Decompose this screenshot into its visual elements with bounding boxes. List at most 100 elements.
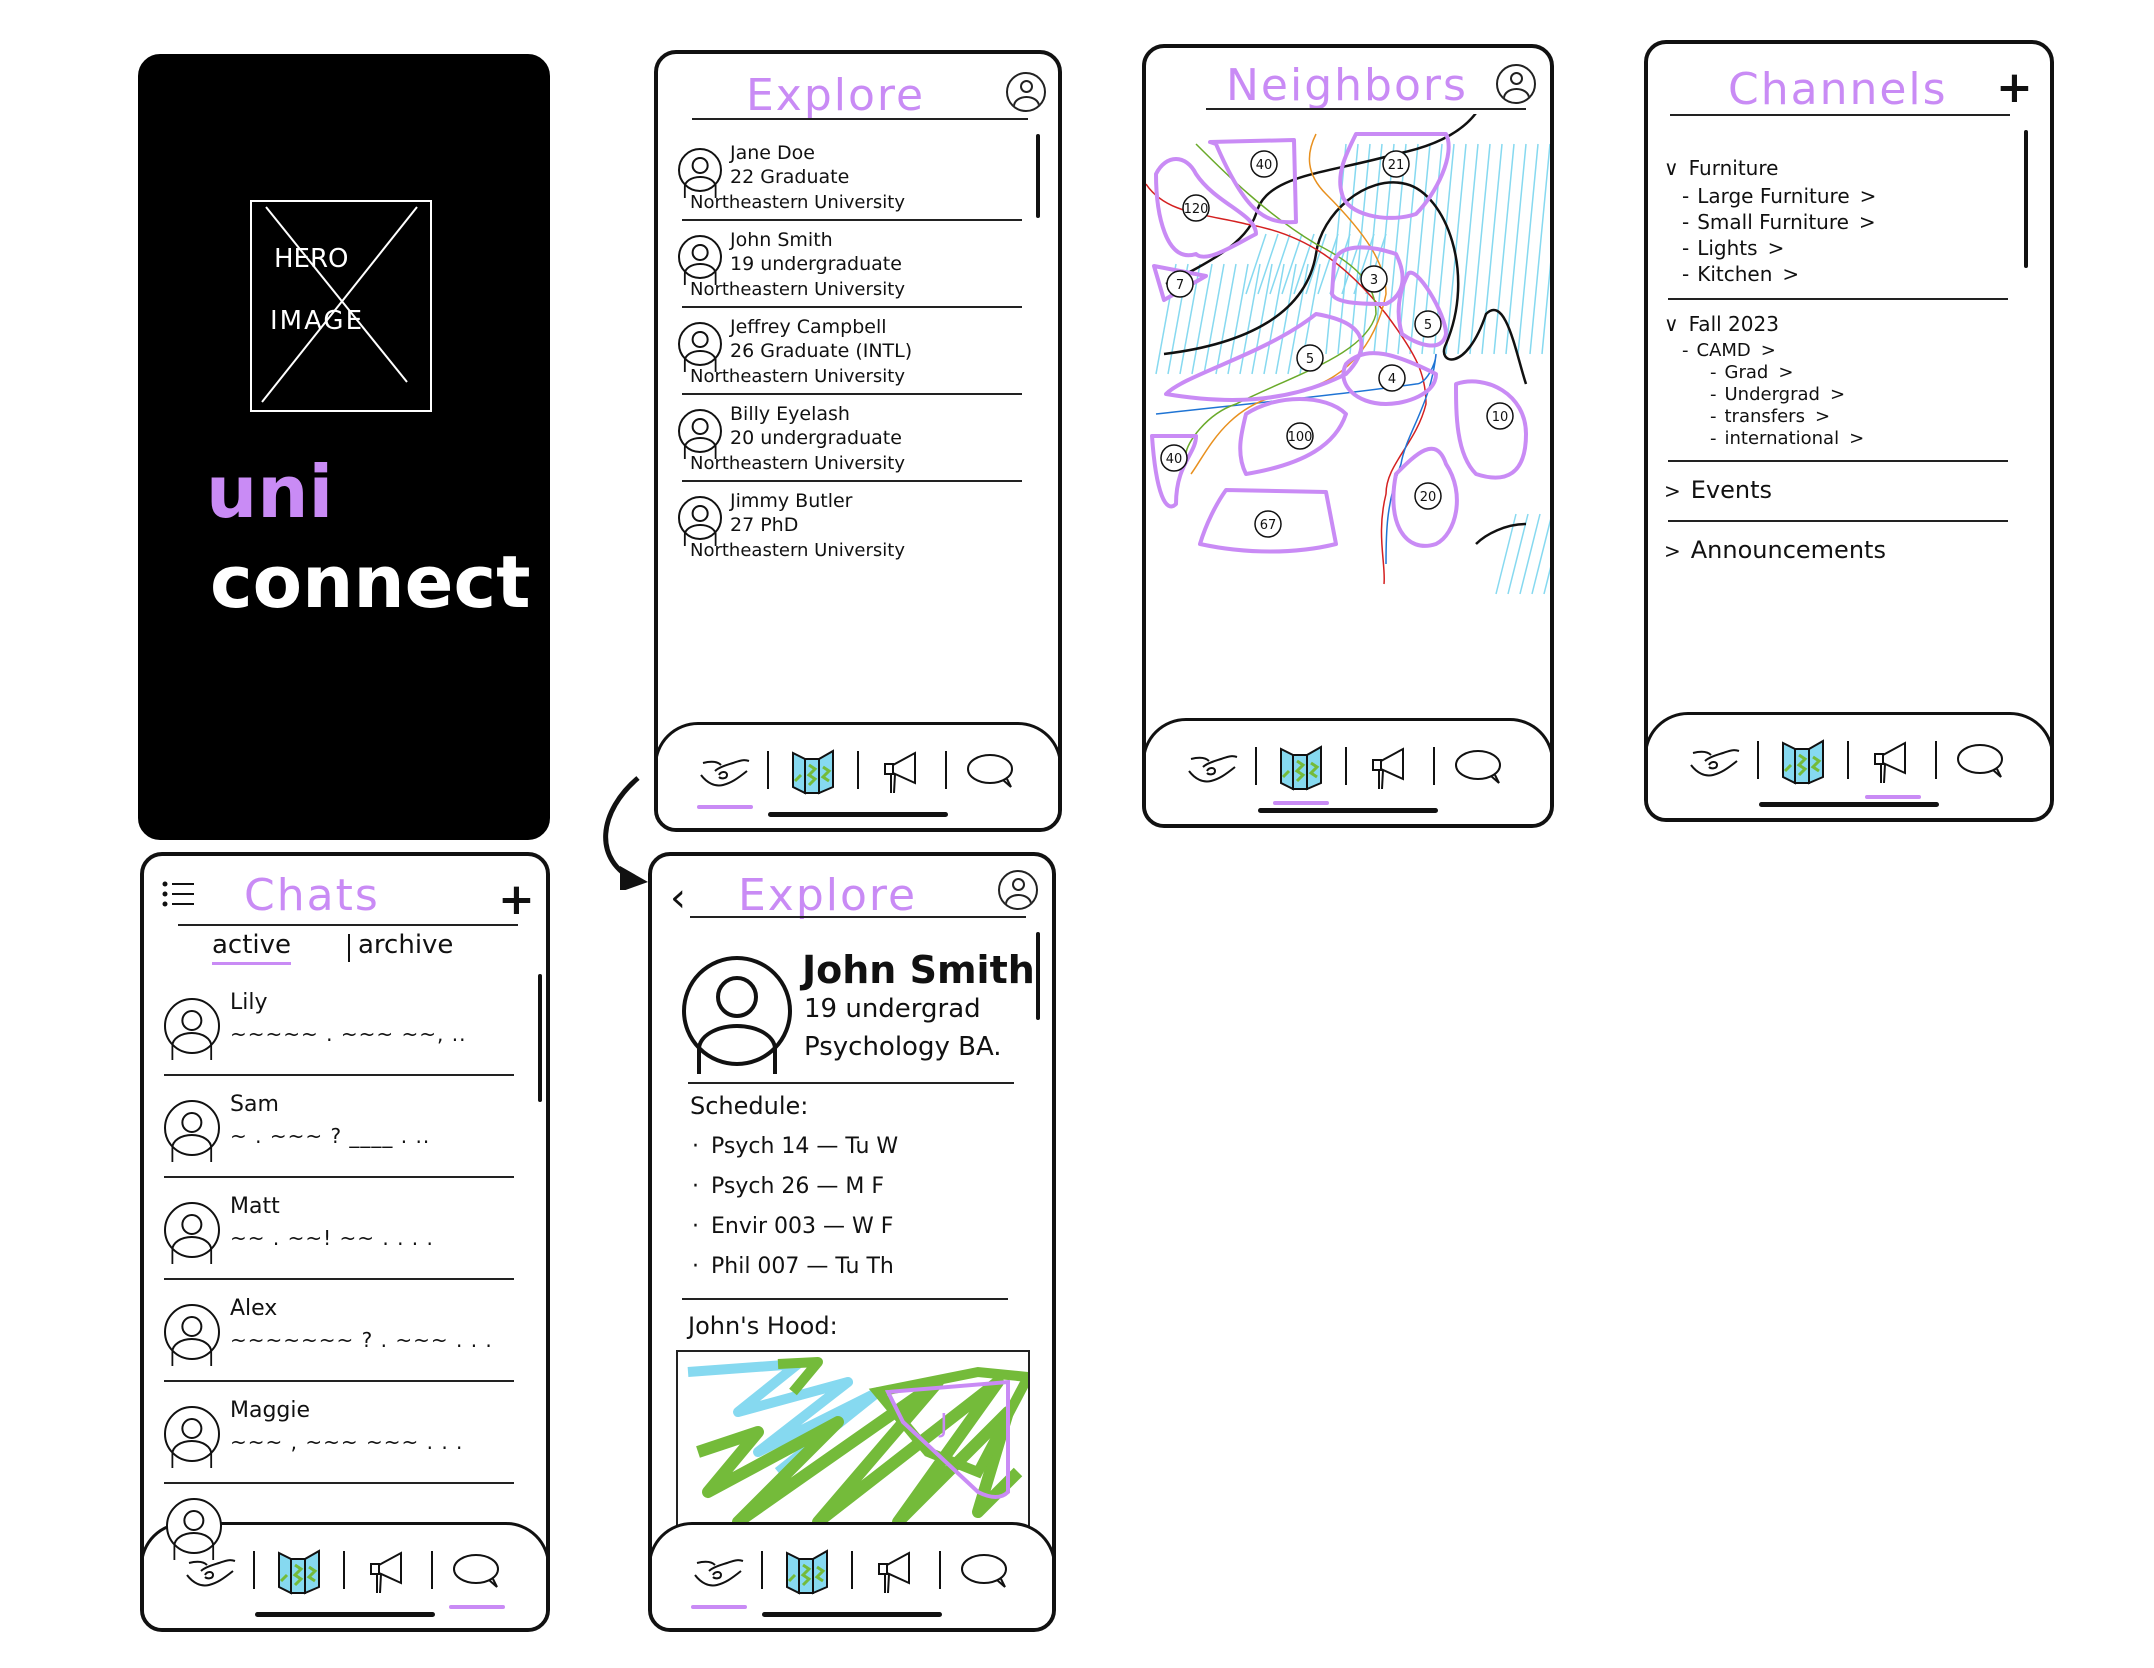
nav-neighbors-button[interactable]	[271, 1549, 327, 1595]
nav-explore-button[interactable]	[1185, 745, 1241, 791]
header-divider	[690, 916, 1026, 918]
profile-icon[interactable]	[1496, 64, 1536, 104]
handshake-icon	[1185, 755, 1241, 795]
chat-thread[interactable]: Alex ~~~~~~~ ? . ~~~ . . .	[160, 1284, 530, 1382]
channel-group[interactable]: ∨ Fall 2023	[1664, 312, 1779, 336]
nav-explore-button[interactable]	[691, 1549, 747, 1595]
scrollbar[interactable]	[1036, 134, 1040, 218]
menu-icon[interactable]	[162, 880, 196, 910]
channel-item[interactable]: - international >	[1710, 428, 1864, 449]
nav-channels-button[interactable]	[361, 1549, 417, 1595]
schedule-text: Psych 14 — Tu W	[711, 1134, 899, 1159]
header-divider	[1206, 108, 1526, 110]
channel-item[interactable]: - Grad >	[1710, 362, 1793, 383]
nav-chats-button[interactable]	[963, 749, 1019, 795]
scrollbar[interactable]	[538, 974, 542, 1102]
back-button[interactable]: ‹	[670, 878, 686, 918]
neighborhood-region[interactable]: 120	[1154, 157, 1258, 259]
neighborhood-region[interactable]: 40	[1150, 434, 1198, 509]
channel-group[interactable]: > Announcements	[1664, 536, 1886, 564]
person-card[interactable]: Billy Eyelash 20 undergraduate Northeaster…	[672, 399, 1032, 482]
profile-icon[interactable]	[998, 870, 1038, 910]
home-indicator[interactable]	[255, 1612, 435, 1617]
channel-item-label: CAMD	[1696, 340, 1751, 361]
nav-channels-button[interactable]	[869, 1549, 925, 1595]
channel-group[interactable]: > Events	[1664, 476, 1772, 504]
channel-item[interactable]: - Kitchen >	[1682, 262, 1799, 286]
nav-channels-button[interactable]	[1865, 739, 1921, 785]
person-details: 20 undergraduate	[730, 427, 902, 449]
row-divider	[164, 1482, 514, 1484]
channel-item[interactable]: - Undergrad >	[1710, 384, 1845, 405]
water-hatch	[1445, 143, 1467, 355]
nav-neighbors-button[interactable]	[1775, 739, 1831, 785]
neighborhood-region[interactable]: 5	[1396, 270, 1448, 348]
nav-active-indicator	[449, 1605, 505, 1609]
person-card[interactable]: Jane Doe 22 Graduate Northeastern Universi…	[672, 138, 1032, 221]
nav-neighbors-button[interactable]	[1273, 745, 1329, 791]
channel-group[interactable]: ∨ Furniture	[1664, 156, 1778, 180]
channel-item[interactable]: - Lights >	[1682, 236, 1784, 260]
megaphone-icon	[361, 1551, 417, 1599]
hood-map[interactable]: J	[676, 1350, 1030, 1530]
scrollbar[interactable]	[1036, 932, 1040, 1020]
water-hatch	[1469, 143, 1491, 355]
nav-chats-button[interactable]	[957, 1549, 1013, 1595]
nav-chats-button[interactable]	[1451, 745, 1507, 791]
map-icon	[271, 1549, 327, 1599]
schedule-item: · Phil 007 — Tu Th	[692, 1254, 894, 1279]
person-card[interactable]: Jeffrey Campbell 26 Graduate (INTL) Northe…	[672, 312, 1032, 395]
neighborhood-region[interactable]: 10	[1454, 379, 1528, 480]
nav-explore-button[interactable]	[697, 749, 753, 795]
chevron-right-icon: >	[1760, 340, 1776, 361]
avatar	[164, 1304, 220, 1367]
home-indicator[interactable]	[1759, 802, 1939, 807]
neighborhood-region[interactable]: 40	[1208, 138, 1298, 225]
nav-channels-button[interactable]	[875, 749, 931, 795]
nav-separator	[857, 751, 859, 789]
add-channel-button[interactable]: +	[1996, 66, 2033, 110]
new-chat-button[interactable]: +	[498, 878, 535, 922]
channel-item[interactable]: - CAMD >	[1682, 340, 1776, 361]
profile-icon[interactable]	[1006, 72, 1046, 112]
channel-item-label: Kitchen	[1697, 262, 1773, 286]
dash: -	[1682, 340, 1689, 361]
avatar	[678, 322, 722, 372]
avatar	[678, 148, 722, 198]
chevron-down-icon: ∨	[1664, 156, 1679, 180]
avatar	[164, 1100, 220, 1163]
chat-thread[interactable]: Maggie ~~~ , ~~~ ~~~ . . .	[160, 1386, 530, 1484]
chat-thread[interactable]: Sam ~ . ~~~ ? ____ . ..	[160, 1080, 530, 1178]
row-divider	[682, 219, 1022, 221]
person-card[interactable]: John Smith 19 undergraduate Northeastern U…	[672, 225, 1032, 308]
home-indicator[interactable]	[1258, 808, 1438, 813]
home-indicator[interactable]	[762, 1612, 942, 1617]
tab-archive[interactable]: archive	[358, 930, 453, 960]
nav-chats-button[interactable]	[449, 1549, 505, 1595]
schedule-text: Psych 26 — M F	[711, 1174, 885, 1199]
neighborhood-region[interactable]: 100	[1238, 397, 1348, 476]
nav-active-indicator	[691, 1605, 747, 1609]
home-indicator[interactable]	[768, 812, 948, 817]
person-name: John Smith	[730, 229, 833, 251]
nav-channels-button[interactable]	[1363, 745, 1419, 791]
nav-chats-button[interactable]	[1953, 739, 2009, 785]
nav-neighbors-button[interactable]	[785, 749, 841, 795]
megaphone-icon	[1865, 741, 1921, 789]
channel-item[interactable]: - transfers >	[1710, 406, 1830, 427]
chat-thread[interactable]: Lily ~~~~~ . ~~~ ~~, ..	[160, 978, 530, 1076]
channel-item-label: Small Furniture	[1697, 210, 1849, 234]
neighborhood-region[interactable]: 20	[1391, 446, 1459, 548]
nav-neighbors-button[interactable]	[779, 1549, 835, 1595]
tab-active[interactable]: active	[212, 930, 292, 965]
channel-item[interactable]: - Small Furniture >	[1682, 210, 1876, 234]
region-count: 20	[1420, 490, 1437, 505]
neighborhood-map[interactable]: 40 21 120 3 7 5 5 4 10 100 40 20 67	[1146, 114, 1550, 714]
scrollbar[interactable]	[2024, 130, 2028, 268]
person-card[interactable]: Jimmy Butler 27 PhD Northeastern Universit…	[672, 486, 1032, 569]
chat-thread[interactable]: Matt ~~ . ~~! ~~ . . . .	[160, 1182, 530, 1280]
neighbors-screen: Neighbors 40 21 120 3 7 5 5 4 10 100 40 20 67	[1142, 44, 1554, 828]
channel-item[interactable]: - Large Furniture >	[1682, 184, 1876, 208]
nav-explore-button[interactable]	[1687, 739, 1743, 785]
neighborhood-region[interactable]: 67	[1198, 488, 1338, 554]
